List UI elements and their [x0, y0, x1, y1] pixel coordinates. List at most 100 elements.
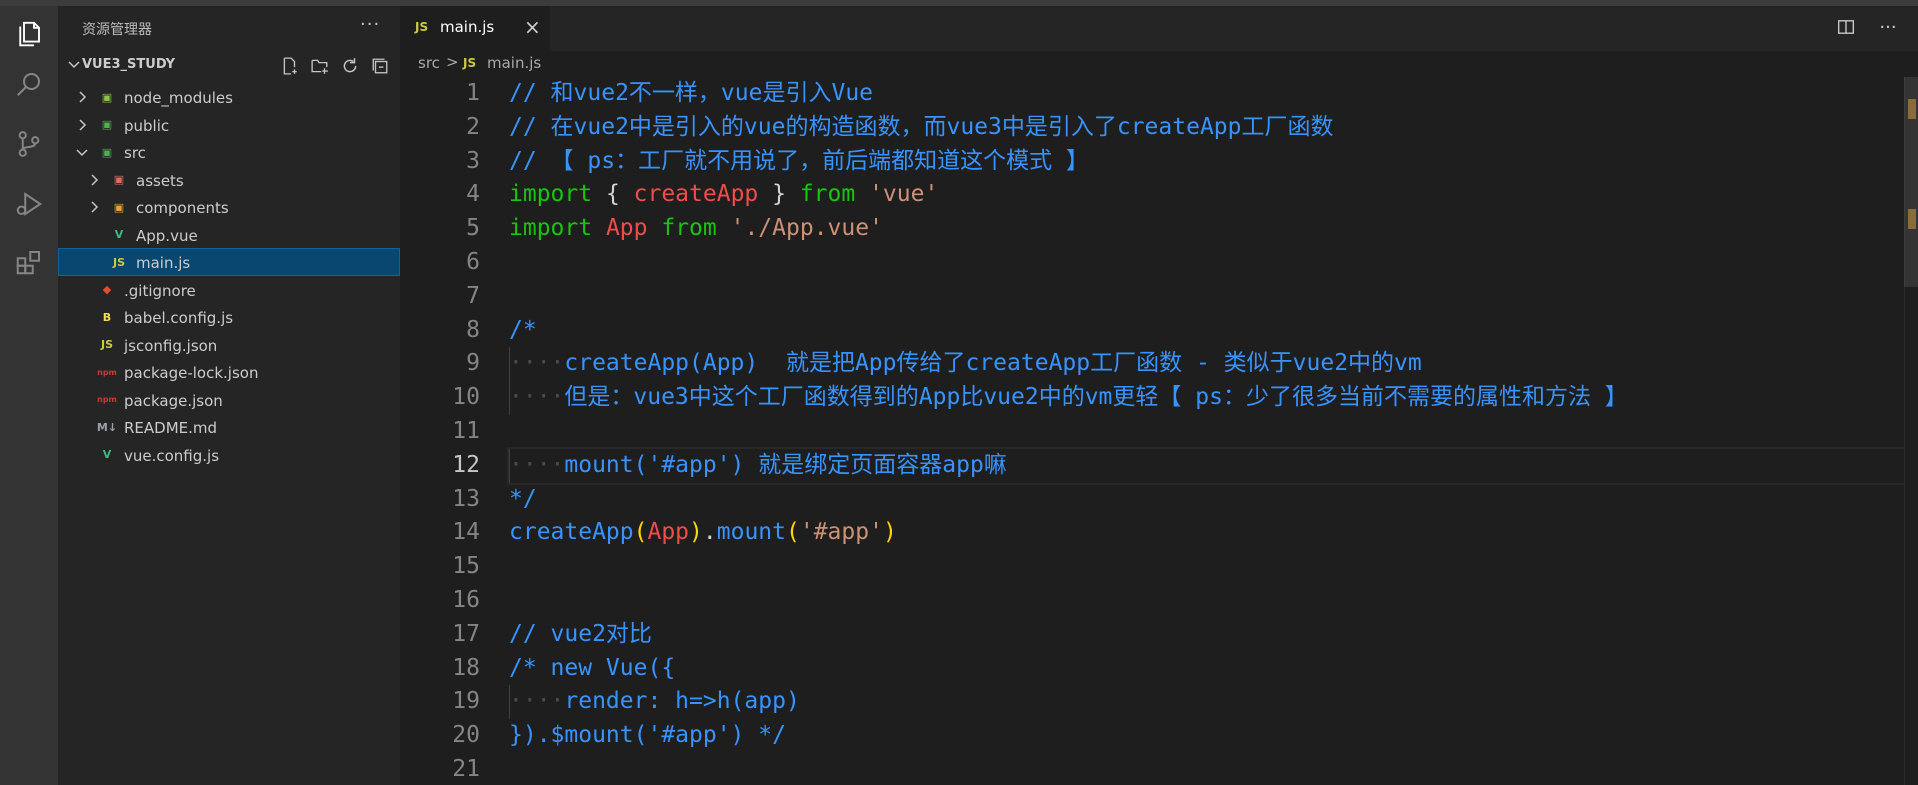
- file-item[interactable]: M↓ README.md: [58, 413, 400, 441]
- file-item[interactable]: npm package.json: [58, 386, 400, 414]
- node-folder-icon: ▣: [101, 90, 113, 104]
- breadcrumb-separator: >: [446, 53, 459, 71]
- file-item[interactable]: V App.vue: [58, 221, 400, 249]
- more-editor-actions-icon[interactable]: ···: [1878, 16, 1898, 38]
- code-line[interactable]: }).$mount('#app') */: [509, 719, 1909, 753]
- activity-bar: [0, 6, 58, 785]
- code-token: '#app': [799, 519, 883, 546]
- breadcrumb-folder[interactable]: src: [418, 54, 440, 72]
- code-token: './App.vue': [730, 215, 883, 242]
- more-actions-icon[interactable]: ···: [360, 14, 380, 35]
- code-line[interactable]: [509, 584, 1909, 618]
- git-file-icon: ◆: [102, 283, 112, 296]
- folder-item[interactable]: ▣ node_modules: [58, 83, 400, 111]
- new-file-icon[interactable]: [280, 56, 300, 76]
- code-token: ····: [509, 350, 565, 377]
- code-line[interactable]: [509, 280, 1909, 314]
- split-editor-icon[interactable]: [1836, 16, 1856, 38]
- code-line[interactable]: [509, 415, 1909, 449]
- npm-file-icon: npm: [97, 395, 117, 404]
- file-item[interactable]: Bbabel.config.js: [58, 303, 400, 331]
- code-line[interactable]: [509, 753, 1909, 785]
- vertical-scrollbar[interactable]: [1904, 77, 1918, 785]
- run-debug-icon[interactable]: [13, 188, 45, 220]
- file-item[interactable]: JS jsconfig.json: [58, 331, 400, 359]
- breadcrumb-file[interactable]: main.js: [487, 54, 541, 72]
- code-token: createApp: [509, 519, 634, 546]
- line-number: 3: [466, 147, 480, 174]
- code-content[interactable]: // 和vue2不一样，vue是引入Vue // 在vue2中是引入的vue的构造…: [507, 77, 1911, 785]
- folder-item[interactable]: ▣ public: [58, 111, 400, 139]
- file-item[interactable]: JS main.js: [58, 248, 400, 276]
- code-line[interactable]: import App from './App.vue': [509, 212, 1909, 246]
- file-item[interactable]: ◆ .gitignore: [58, 276, 400, 304]
- file-item[interactable]: Vvue.config.js: [58, 441, 400, 469]
- line-number: 5: [466, 215, 480, 242]
- tree-item-label: .gitignore: [124, 281, 196, 300]
- code-line[interactable]: ····但是：vue3中这个工厂函数得到的App比vue2中的vm更轻【 ps：…: [509, 381, 1909, 415]
- chevron-right-icon: [79, 118, 87, 131]
- code-token: .: [702, 519, 717, 546]
- code-line[interactable]: import { createApp } from 'vue': [509, 178, 1909, 212]
- file-tree: ▣ node_modules ▣ public ▣ src ▣ assets ▣ componen…: [58, 83, 400, 468]
- code-token: /*: [509, 316, 537, 343]
- tree-item-label: README.md: [124, 419, 218, 437]
- code-line[interactable]: [509, 246, 1909, 280]
- code-line[interactable]: */: [509, 483, 1909, 517]
- code-line[interactable]: // vue2对比: [509, 618, 1909, 652]
- babel-file-icon: B: [102, 310, 112, 324]
- tree-item-label: babel.config.js: [124, 309, 234, 327]
- extensions-icon[interactable]: [13, 246, 45, 278]
- indent-guide: [509, 448, 510, 483]
- overview-ruler-mark: [1908, 209, 1916, 229]
- code-token: */: [509, 485, 537, 512]
- code-line[interactable]: // 【 ps：工厂就不用说了，前后端都知道这个模式 】: [509, 145, 1909, 179]
- markdown-file-icon: M↓: [96, 420, 118, 434]
- indent-guide: [509, 381, 510, 415]
- line-number: 19: [452, 688, 480, 715]
- tree-item-label: main.js: [136, 254, 191, 272]
- refresh-icon[interactable]: [340, 56, 360, 76]
- explorer-icon[interactable]: [13, 18, 45, 50]
- explorer-header: 资源管理器 ···: [58, 6, 400, 48]
- code-line[interactable]: ····render: h=>h(app): [509, 685, 1909, 720]
- code-token: mount: [716, 519, 786, 546]
- js-file-icon: JS: [463, 56, 477, 70]
- code-line[interactable]: /* new Vue({: [509, 652, 1909, 686]
- json-file-icon: JS: [100, 338, 113, 351]
- project-header[interactable]: VUE3_STUDY: [58, 52, 400, 78]
- tree-item-label: src: [124, 144, 146, 162]
- code-editor[interactable]: 1 2 3 4 5 6 7 8 9 10 11 12 13 14 15 16 17 18 19 20 21 // 和vu…: [400, 77, 1918, 785]
- tab-label: main.js: [440, 18, 495, 36]
- folder-item[interactable]: ▣ assets: [58, 166, 400, 194]
- code-token: {: [592, 181, 634, 208]
- code-line[interactable]: [509, 550, 1909, 584]
- explorer-sidebar: 资源管理器 ··· VUE3_STUDY ▣ node_modules ▣ publi…: [58, 6, 400, 785]
- components-folder-icon: ▣: [113, 200, 125, 214]
- tab-bar: JS main.js × ···: [400, 6, 1918, 51]
- file-item[interactable]: npm package-lock.json: [58, 358, 400, 386]
- line-number: 4: [466, 181, 480, 208]
- tree-item-label: node_modules: [124, 89, 233, 107]
- folder-item[interactable]: ▣ src: [58, 138, 400, 166]
- code-line[interactable]: createApp(App).mount('#app'): [509, 516, 1909, 550]
- npm-file-icon: npm: [97, 367, 117, 377]
- folder-item[interactable]: ▣ components: [58, 193, 400, 221]
- src-folder-icon: ▣: [101, 145, 113, 159]
- code-line[interactable]: // 在vue2中是引入的vue的构造函数，而vue3中是引入了createAp…: [509, 111, 1909, 145]
- collapse-all-icon[interactable]: [370, 56, 390, 76]
- breadcrumb: src > JS main.js: [400, 51, 1918, 77]
- line-number: 2: [466, 113, 480, 140]
- line-number: 11: [452, 417, 480, 444]
- new-folder-icon[interactable]: [310, 56, 330, 76]
- tab-main-js[interactable]: JS main.js ×: [400, 6, 550, 51]
- js-file-icon: JS: [112, 255, 125, 269]
- code-line[interactable]: // 和vue2不一样，vue是引入Vue: [509, 77, 1909, 111]
- source-control-icon[interactable]: [13, 128, 45, 160]
- close-icon[interactable]: ×: [524, 15, 541, 39]
- search-icon[interactable]: [13, 68, 45, 100]
- code-line[interactable]: ····createApp(App) 就是把App传给了createApp工厂函…: [509, 347, 1909, 382]
- code-line[interactable]: /*: [509, 314, 1909, 348]
- code-line[interactable]: ····mount('#app') 就是绑定页面容器app嘛: [507, 446, 1911, 485]
